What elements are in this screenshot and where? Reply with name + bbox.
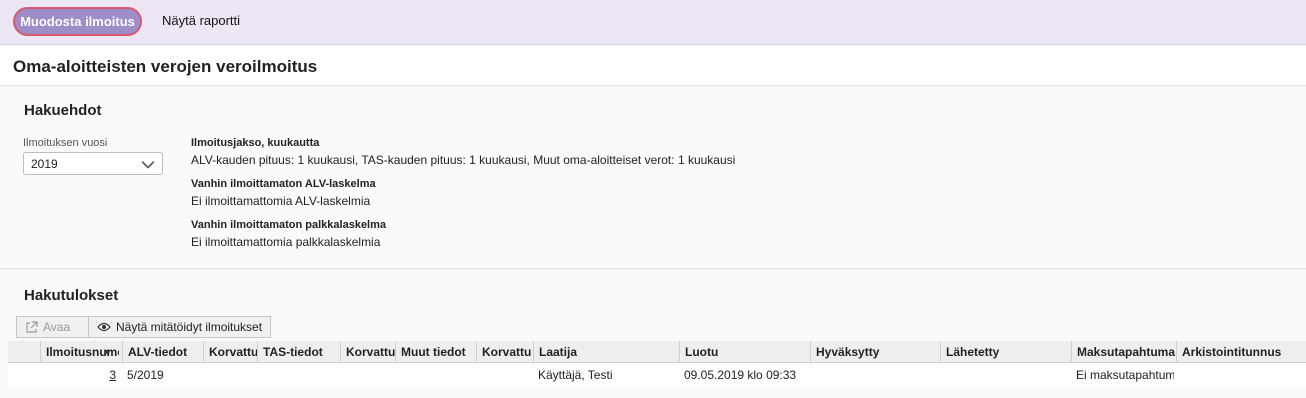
period-label: Ilmoitusjakso, kuukautta (191, 137, 320, 149)
vat-label: Vanhin ilmoittamaton ALV-laskelma (191, 178, 376, 190)
cell-alv: 5/2019 (127, 368, 164, 382)
show-void-button[interactable]: Näytä mitätöidyt ilmoitukset (89, 317, 270, 337)
criteria-title: Hakuehdot (24, 102, 102, 119)
page-title: Oma-aloitteisten verojen veroilmoitus (13, 57, 318, 76)
title-bar: Oma-aloitteisten verojen veroilmoitus (0, 46, 1306, 86)
year-select[interactable]: 2019 (23, 152, 163, 175)
search-results-section: Hakutulokset Avaa Näytä mitätöidyt ilmoi… (0, 270, 1306, 398)
show-report-button[interactable]: Näytä raportti (162, 13, 240, 28)
col-alv-header[interactable]: ALV-tiedot (122, 341, 203, 363)
col-replaced-2-header[interactable]: Korvattu (340, 341, 395, 363)
payroll-label: Vanhin ilmoittamaton palkkalaskelma (191, 219, 387, 231)
cell-payment: Ei maksutapahtumaa (1076, 368, 1174, 382)
open-label: Avaa (43, 320, 71, 334)
col-sent-header[interactable]: Lähetetty (940, 341, 1071, 363)
col-created-header[interactable]: Luotu (679, 341, 810, 363)
col-payment-header[interactable]: Maksutapahtuma (1071, 341, 1176, 363)
open-button[interactable]: Avaa (17, 317, 89, 337)
year-value: 2019 (31, 157, 58, 171)
results-title: Hakutulokset (24, 287, 119, 304)
vat-info: Vanhin ilmoittamaton ALV-laskelma Ei ilm… (191, 178, 376, 208)
col-approved-header[interactable]: Hyväksytty (810, 341, 940, 363)
eye-icon (97, 322, 111, 332)
sort-desc-icon (104, 350, 111, 355)
col-replaced-3-header[interactable]: Korvattu (476, 341, 533, 363)
chevron-down-icon (141, 161, 155, 169)
vat-value: Ei ilmoittamattomia ALV-laskelmia (191, 194, 371, 208)
report-number-link[interactable]: 3 (109, 368, 116, 382)
open-external-icon (26, 320, 38, 333)
col-archive-header[interactable]: Arkistointitunnus (1176, 341, 1306, 363)
cell-author: Käyttäjä, Testi (538, 368, 613, 382)
create-report-button[interactable]: Muodosta ilmoitus (13, 7, 142, 36)
payroll-info: Vanhin ilmoittamaton palkkalaskelma Ei i… (191, 219, 386, 249)
col-author-header[interactable]: Laatija (533, 341, 679, 363)
search-criteria-section: Hakuehdot Ilmoituksen vuosi 2019 Ilmoitu… (0, 87, 1306, 269)
year-label: Ilmoituksen vuosi (23, 137, 108, 149)
show-void-label: Näytä mitätöidyt ilmoitukset (116, 320, 263, 334)
period-value: ALV-kauden pituus: 1 kuukausi, TAS-kaude… (191, 153, 736, 167)
col-replaced-1-header[interactable]: Korvattu (203, 341, 257, 363)
period-info: Ilmoitusjakso, kuukautta ALV-kauden pitu… (191, 137, 735, 167)
payroll-value: Ei ilmoittamattomia palkkalaskelmia (191, 235, 381, 249)
results-table-header: Ilmoitusnumero ALV-tiedot Korvattu TAS-t… (8, 341, 1306, 363)
cell-created: 09.05.2019 klo 09:33 (684, 368, 797, 382)
col-tas-header[interactable]: TAS-tiedot (257, 341, 340, 363)
cell-number: 3 (40, 363, 119, 387)
results-toolbar: Avaa Näytä mitätöidyt ilmoitukset (16, 316, 272, 338)
toolbar: Muodosta ilmoitus Näytä raportti (0, 0, 1306, 45)
col-other-header[interactable]: Muut tiedot (395, 341, 476, 363)
table-row[interactable]: 3 5/2019 Käyttäjä, Testi 09.05.2019 klo … (8, 363, 1306, 387)
